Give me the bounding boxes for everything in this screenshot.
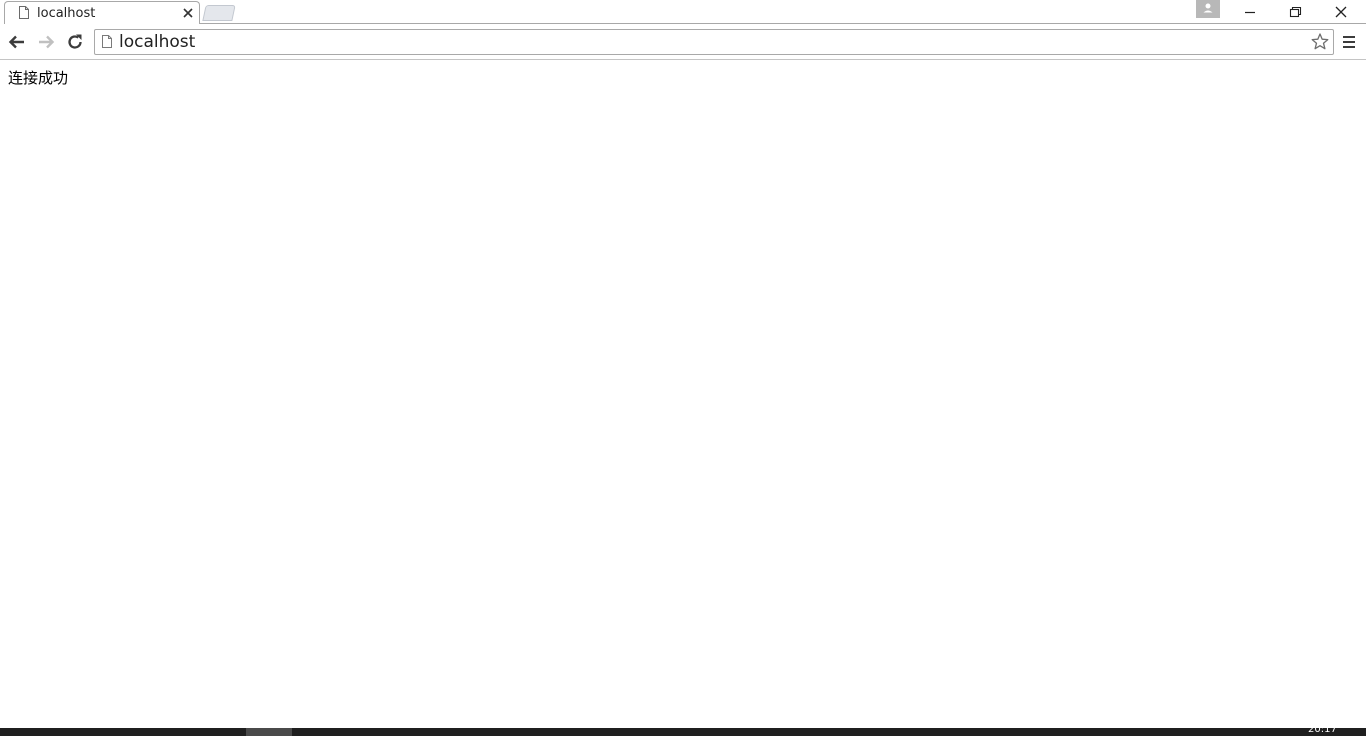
page-content: 连接成功 (0, 60, 1366, 728)
restore-icon (1289, 6, 1302, 18)
reload-button[interactable] (65, 32, 85, 52)
tab-strip: localhost (0, 0, 1366, 24)
close-tab-icon[interactable] (181, 6, 195, 20)
browser-menu-button[interactable] (1340, 33, 1358, 51)
page-icon (102, 35, 112, 48)
close-icon (1335, 6, 1347, 18)
new-tab-button[interactable] (202, 5, 236, 21)
hamburger-menu-icon (1343, 36, 1355, 48)
restore-button[interactable] (1272, 0, 1318, 24)
profile-button[interactable] (1196, 0, 1220, 18)
page-icon (19, 6, 29, 19)
arrow-right-icon (39, 35, 55, 49)
reload-icon (68, 34, 82, 49)
address-bar[interactable]: localhost (94, 29, 1334, 55)
page-body-text: 连接成功 (8, 69, 69, 87)
forward-button[interactable] (36, 32, 56, 52)
minimize-button[interactable] (1227, 0, 1273, 24)
taskbar-clock: 20:17 (1308, 724, 1337, 735)
star-icon[interactable] (1310, 32, 1330, 52)
browser-toolbar: localhost (0, 24, 1366, 60)
person-icon (1203, 3, 1213, 13)
tab-localhost[interactable]: localhost (4, 1, 200, 24)
address-bar-url[interactable]: localhost (119, 33, 195, 52)
minimize-icon (1245, 11, 1255, 14)
taskbar: 20:17 (0, 724, 1366, 736)
close-window-button[interactable] (1318, 0, 1364, 24)
back-button[interactable] (7, 32, 27, 52)
taskbar-active-app[interactable] (246, 728, 292, 736)
tab-title: localhost (37, 6, 96, 21)
browser-window: localhost localhost 连接成功 20:17 (0, 0, 1366, 736)
arrow-left-icon (8, 35, 24, 49)
